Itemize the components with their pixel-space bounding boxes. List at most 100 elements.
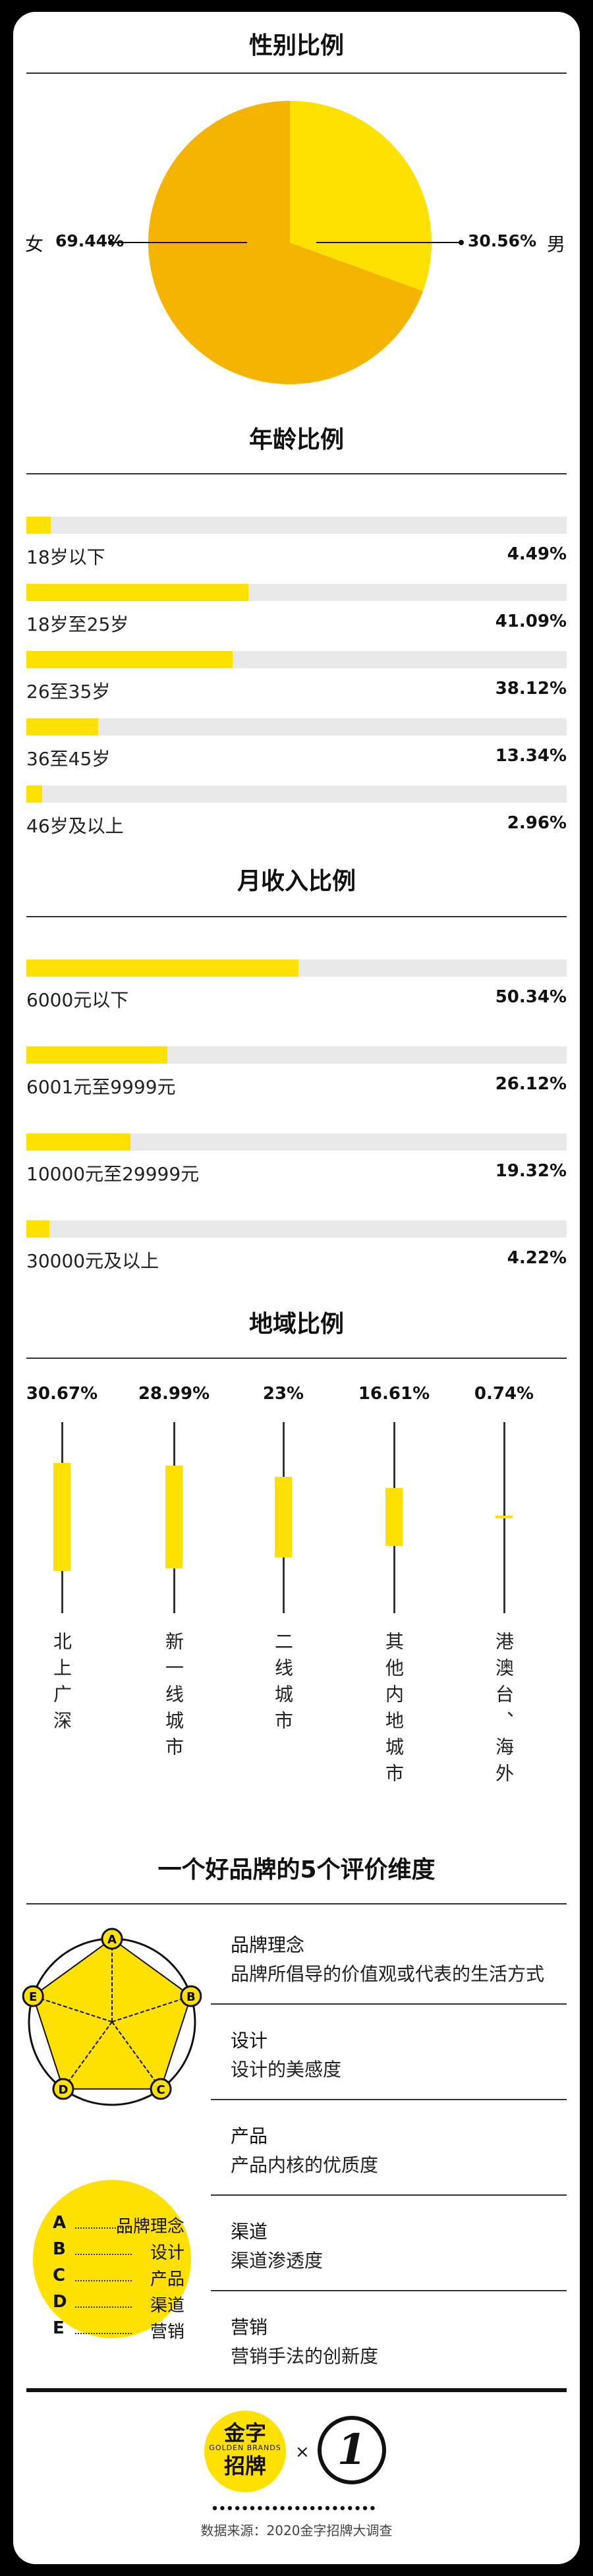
region-label: 港澳台、海外: [493, 1632, 515, 1790]
dimension-description: 产品内核的优质度: [231, 2154, 379, 2176]
age-bar-value: 41.09%: [495, 612, 567, 631]
region-bar: [495, 1516, 513, 1518]
legend-row: E 营销: [53, 2318, 184, 2342]
age-bar-label: 18岁至25岁: [26, 614, 129, 635]
logo-subtitle: GOLDEN BRANDS: [209, 2444, 281, 2452]
legend-key: D: [53, 2292, 67, 2312]
legend-row: A 品牌理念: [53, 2213, 184, 2237]
female-label: 女: [25, 233, 44, 255]
dimension-divider: [211, 2099, 567, 2100]
region-value: 0.74%: [474, 1384, 534, 1404]
age-bar-fill: [26, 718, 99, 735]
footer-dot: [325, 2505, 330, 2511]
income-bar-track: [26, 1046, 567, 1064]
gender-rule: [26, 72, 567, 74]
region-bar: [275, 1476, 292, 1558]
income-bar-track: [26, 1133, 567, 1151]
footer-dot: [348, 2505, 353, 2511]
radar-node-letter: D: [58, 2083, 68, 2097]
age-bar-track: [26, 517, 567, 534]
legend-key: A: [53, 2213, 67, 2233]
legend-key: C: [53, 2266, 66, 2285]
dimension-description: 品牌所倡导的价值观或代表的生活方式: [231, 1963, 545, 1985]
income-bar-label: 30000元及以上: [26, 1250, 159, 1272]
age-bar-fill: [26, 786, 43, 803]
age-bar-value: 2.96%: [507, 813, 567, 833]
region-value: 16.61%: [358, 1384, 430, 1404]
region-rule: [26, 1358, 567, 1359]
radar-node-letter: B: [186, 1990, 196, 2004]
footer-dot: [362, 2505, 368, 2511]
legend-label: 产品: [150, 2270, 184, 2289]
dimension-divider: [211, 2194, 567, 2196]
dimension-name: 渠道: [231, 2221, 268, 2243]
dimensions-rule: [26, 1903, 567, 1904]
gender-title: 性别比例: [248, 32, 344, 59]
dimension-description: 营销手法的创新度: [231, 2345, 379, 2367]
footer-dot: [318, 2505, 322, 2511]
footer-dot: [340, 2505, 345, 2511]
male-leader-dot: [459, 240, 464, 245]
region-label: 二线城市: [272, 1632, 294, 1737]
income-rule: [26, 916, 567, 917]
region-label: 北上广深: [51, 1632, 72, 1737]
footer-dot: [227, 2505, 232, 2511]
age-bar-label: 36至45岁: [26, 748, 111, 770]
region-title: 地域比例: [248, 1311, 344, 1338]
income-bar-value: 19.32%: [495, 1161, 567, 1181]
data-source: 数据来源：2020金字招牌大调查: [200, 2523, 393, 2538]
legend-row: D 渠道: [53, 2292, 184, 2316]
legend-label: 品牌理念: [115, 2217, 184, 2237]
logo-line-1: 金字: [223, 2420, 266, 2446]
dimension-description: 设计的美感度: [231, 2059, 342, 2080]
footer-dot: [295, 2505, 300, 2511]
legend-key: B: [53, 2239, 66, 2259]
income-bar-fill: [26, 959, 298, 977]
region-value: 30.67%: [26, 1384, 98, 1404]
income-bar-label: 10000元至29999元: [26, 1163, 200, 1185]
region-label: 其他内地城市: [383, 1632, 405, 1790]
income-bar-fill: [26, 1220, 49, 1238]
footer-dot: [242, 2505, 247, 2511]
income-bar-label: 6001元至9999元: [26, 1076, 176, 1098]
age-bar-label: 46岁及以上: [26, 815, 124, 837]
income-bar-value: 4.22%: [507, 1248, 567, 1268]
legend-row: B 设计: [53, 2239, 184, 2263]
legend-dots: [75, 2280, 132, 2281]
age-bar-fill: [26, 584, 248, 601]
legend-label: 渠道: [150, 2296, 184, 2316]
income-bar-track: [26, 959, 567, 977]
dimension-description: 渠道渗透度: [231, 2250, 324, 2272]
infographic-card: 性别比例 女 69.44% 30.56% 男 年龄比例 18岁以下 4.49% 18…: [13, 12, 580, 2564]
legend-label: 营销: [150, 2322, 184, 2342]
legend-dots: [75, 2254, 132, 2255]
logo-line-2: 招牌: [223, 2453, 266, 2478]
income-bar-fill: [26, 1046, 168, 1064]
footer-dot: [280, 2505, 285, 2511]
footer-dot: [220, 2505, 225, 2511]
dimension-name: 品牌理念: [231, 1934, 305, 1956]
partner-logo: 1: [318, 2416, 386, 2484]
dimension-divider: [211, 2290, 567, 2291]
age-bar-track: [26, 651, 567, 668]
legend-row: C 产品: [53, 2266, 184, 2289]
male-value: 30.56%: [468, 231, 537, 250]
radar-pentagon: A B C D E: [22, 1928, 202, 2106]
legend-key: E: [53, 2318, 65, 2338]
age-bar-value: 38.12%: [495, 679, 567, 699]
region-bar: [385, 1487, 403, 1547]
footer-dot: [250, 2505, 255, 2511]
legend-label: 设计: [150, 2243, 184, 2263]
age-bar-value: 13.34%: [495, 746, 567, 766]
region-label: 新一线城市: [163, 1632, 184, 1763]
footer-dot: [287, 2505, 293, 2511]
region-value: 28.99%: [138, 1384, 210, 1404]
golden-brands-logo: 金字 GOLDEN BRANDS 招牌: [204, 2411, 286, 2492]
region-bar: [53, 1463, 71, 1571]
footer-dot: [273, 2505, 277, 2511]
dimension-name: 营销: [231, 2316, 268, 2338]
footer-dot: [310, 2505, 315, 2511]
region-bar: [165, 1466, 183, 1568]
female-value: 69.44%: [55, 231, 125, 250]
footer-dot: [265, 2505, 269, 2511]
